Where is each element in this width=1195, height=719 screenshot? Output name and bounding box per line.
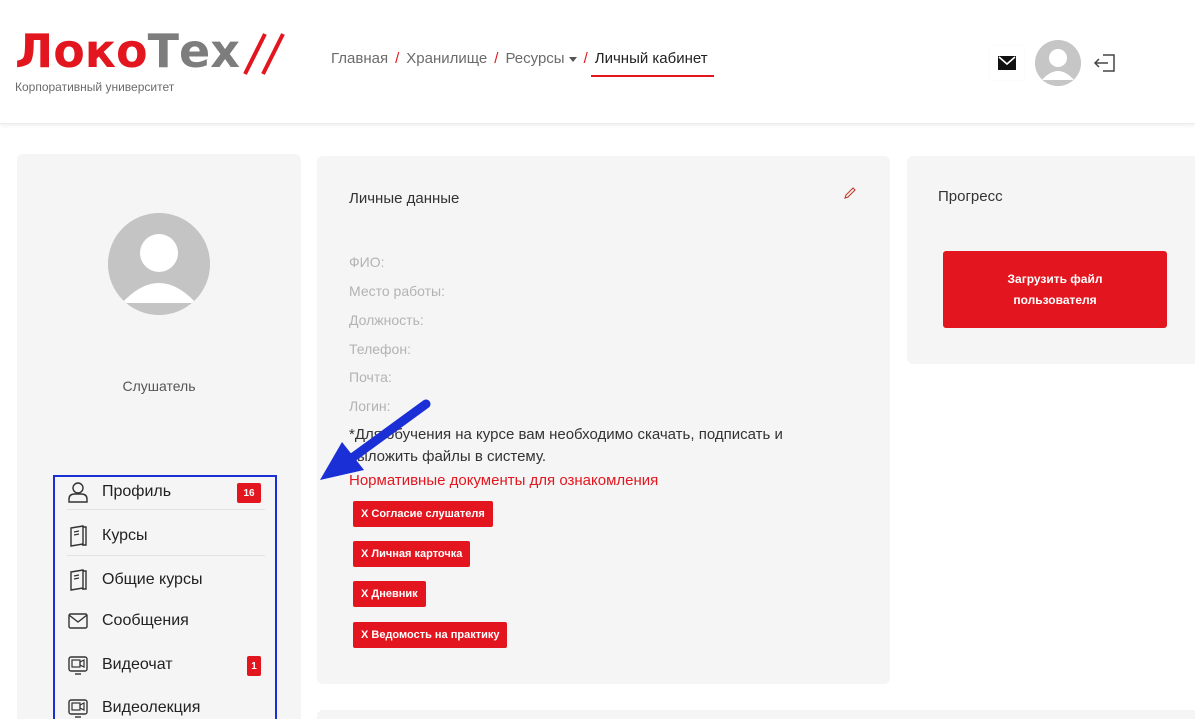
chevron-down-icon — [568, 56, 577, 62]
sidebar-item-label: Курсы — [102, 527, 148, 544]
doc-button-practice-sheet[interactable]: Х Ведомость на практику — [353, 622, 508, 648]
header-actions — [990, 40, 1118, 86]
doc-button-diary[interactable]: Х Дневник — [353, 581, 426, 607]
sidebar-item-videolecture[interactable]: Видеолекция — [67, 697, 200, 719]
mail-icon — [998, 56, 1016, 70]
nav-separator: / — [395, 50, 400, 67]
notification-badge: 1 — [247, 656, 261, 676]
top-header: ЛокоТех Корпоративный университет Главна… — [0, 0, 1195, 124]
upload-user-file-button[interactable]: Загрузить файл пользователя — [943, 251, 1167, 328]
pencil-icon[interactable] — [843, 186, 857, 200]
sidebar-item-label: Профиль — [102, 483, 172, 500]
field-fio: ФИО: — [349, 254, 385, 270]
progress-title: Прогресс — [938, 188, 1003, 205]
nav-separator: / — [583, 50, 588, 67]
notification-badge: 16 — [237, 483, 261, 503]
sidebar-item-general-courses[interactable]: Общие курсы — [67, 569, 202, 591]
mail-button[interactable] — [990, 46, 1024, 80]
envelope-icon — [68, 613, 88, 629]
logo-subtitle: Корпоративный университет — [15, 80, 175, 94]
video-icon — [68, 656, 88, 675]
sidebar-item-videochat[interactable]: Видеочат — [67, 654, 173, 676]
menu-divider — [67, 555, 265, 556]
video-icon — [68, 699, 88, 718]
sidebar-item-label: Видеочат — [102, 656, 173, 673]
field-email: Почта: — [349, 369, 392, 385]
field-workplace: Место работы: — [349, 283, 445, 299]
annotation-arrow-icon — [320, 399, 431, 480]
doc-button-personal-card[interactable]: Х Личная карточка — [353, 541, 471, 567]
sidebar-item-messages[interactable]: Сообщения — [67, 610, 189, 632]
user-silhouette-icon — [1035, 40, 1081, 86]
sidebar-menu-highlight: Профиль 16 Курсы Общие курсы Сообщения В… — [53, 475, 277, 719]
book-icon — [70, 569, 87, 591]
logout-icon[interactable] — [1092, 50, 1118, 76]
user-silhouette-icon — [108, 213, 210, 315]
breadcrumb-nav: Главная / Хранилище / Ресурсы / Личный к… — [331, 50, 714, 77]
user-icon — [68, 482, 88, 503]
user-role: Слушатель — [122, 378, 196, 394]
user-avatar[interactable] — [1035, 40, 1081, 86]
nav-item-resources[interactable]: Ресурсы — [505, 50, 577, 67]
doc-button-consent[interactable]: Х Согласие слушателя — [353, 501, 493, 527]
sidebar-item-label: Видеолекция — [102, 699, 201, 716]
field-phone: Телефон: — [349, 341, 411, 357]
field-position: Должность: — [349, 312, 424, 328]
nav-item-personal-cabinet[interactable]: Личный кабинет — [590, 50, 714, 77]
sidebar-item-courses[interactable]: Курсы — [67, 525, 148, 547]
personal-data-title: Личные данные — [349, 190, 460, 207]
sidebar-item-label: Сообщения — [102, 612, 189, 629]
bottom-card — [317, 710, 1195, 719]
sidebar-item-label: Общие курсы — [102, 571, 203, 588]
nav-item-storage[interactable]: Хранилище — [406, 50, 487, 67]
menu-divider — [67, 509, 265, 510]
logo-slashes-icon — [243, 33, 285, 75]
book-icon — [70, 525, 87, 547]
nav-separator: / — [494, 50, 499, 67]
profile-avatar — [108, 213, 210, 315]
sidebar-item-profile[interactable]: Профиль — [67, 481, 171, 503]
site-logo[interactable]: ЛокоТех Корпоративный университет — [15, 28, 295, 108]
nav-item-home[interactable]: Главная — [331, 50, 388, 67]
